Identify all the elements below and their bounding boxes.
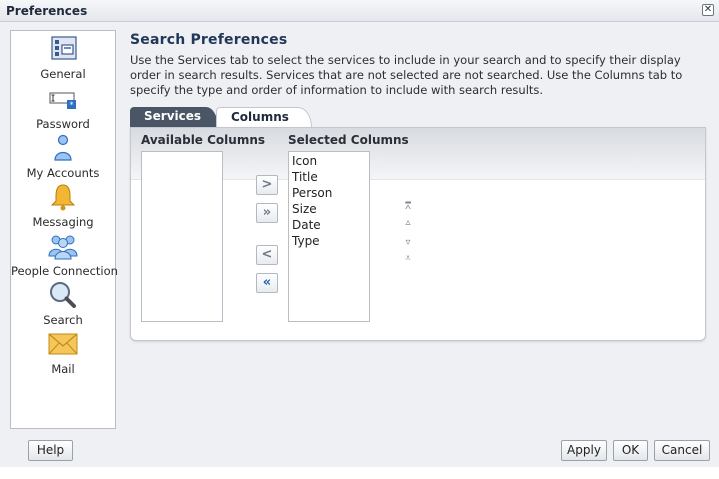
main-content: Search Preferences Use the Services tab …	[130, 32, 710, 98]
people-icon	[48, 235, 78, 260]
move-down-icon[interactable]: ▿	[401, 237, 415, 249]
list-item[interactable]: Type	[289, 233, 369, 249]
columns-panel: Available Columns Selected Columns Icon …	[130, 127, 706, 341]
remove-button[interactable]: <	[256, 245, 278, 265]
svg-text:*: *	[70, 101, 74, 110]
magnifier-icon	[50, 282, 76, 308]
sidebar-item-label: Search	[43, 313, 83, 327]
sidebar-item-label: People Connection	[11, 264, 118, 278]
list-item[interactable]: Title	[289, 169, 369, 185]
tab-services[interactable]: Services	[130, 107, 218, 127]
available-columns-list[interactable]	[141, 151, 223, 322]
sidebar: General * Password My Accounts Messaging…	[10, 30, 118, 429]
close-icon[interactable]: ✕	[702, 4, 714, 16]
move-all-button[interactable]: »	[256, 203, 278, 223]
move-bottom-icon[interactable]: ⩡	[401, 253, 415, 265]
list-item[interactable]: Date	[289, 217, 369, 233]
remove-all-button[interactable]: «	[256, 273, 278, 293]
sidebar-item-label: Mail	[51, 362, 75, 376]
sidebar-item-label: Messaging	[32, 215, 94, 229]
preferences-dialog: General * Password My Accounts Messaging…	[0, 22, 719, 467]
general-settings-icon	[51, 36, 77, 60]
envelope-icon	[48, 333, 78, 355]
list-item[interactable]: Person	[289, 185, 369, 201]
sidebar-item-mail[interactable]: Mail	[11, 330, 115, 378]
help-button[interactable]: Help	[28, 440, 73, 461]
title-bar: Preferences ✕	[0, 0, 719, 22]
tab-columns[interactable]: Columns	[216, 107, 312, 127]
move-top-icon[interactable]: ⩞	[401, 201, 415, 213]
sidebar-item-search[interactable]: Search	[11, 281, 115, 329]
sidebar-item-password[interactable]: * Password	[11, 85, 115, 133]
move-button[interactable]: >	[256, 175, 278, 195]
sidebar-item-general[interactable]: General	[11, 35, 115, 83]
selected-columns-list[interactable]: Icon Title Person Size Date Type	[288, 151, 370, 322]
cancel-button[interactable]: Cancel	[654, 440, 710, 461]
page-title: Search Preferences	[130, 32, 288, 48]
password-icon: *	[49, 92, 76, 110]
user-account-icon	[54, 134, 72, 161]
sidebar-item-label: General	[40, 67, 86, 81]
list-item[interactable]: Size	[289, 201, 369, 217]
sidebar-item-people-connection[interactable]: People Connection	[11, 232, 118, 280]
ok-button[interactable]: OK	[613, 440, 648, 461]
selected-columns-header: Selected Columns	[288, 133, 409, 147]
apply-button[interactable]: Apply	[561, 440, 607, 461]
sidebar-item-messaging[interactable]: Messaging	[11, 183, 115, 231]
sidebar-item-label: Password	[36, 117, 90, 131]
dialog-footer: Help Apply OK Cancel	[0, 440, 719, 468]
window-title: Preferences	[6, 4, 88, 18]
sidebar-item-my-accounts[interactable]: My Accounts	[11, 134, 115, 182]
list-item[interactable]: Icon	[289, 153, 369, 169]
page-description: Use the Services tab to select the servi…	[130, 53, 683, 97]
move-up-icon[interactable]: ▵	[401, 217, 415, 229]
bell-icon	[50, 184, 76, 211]
sidebar-item-label: My Accounts	[26, 166, 100, 180]
available-columns-header: Available Columns	[141, 133, 266, 147]
